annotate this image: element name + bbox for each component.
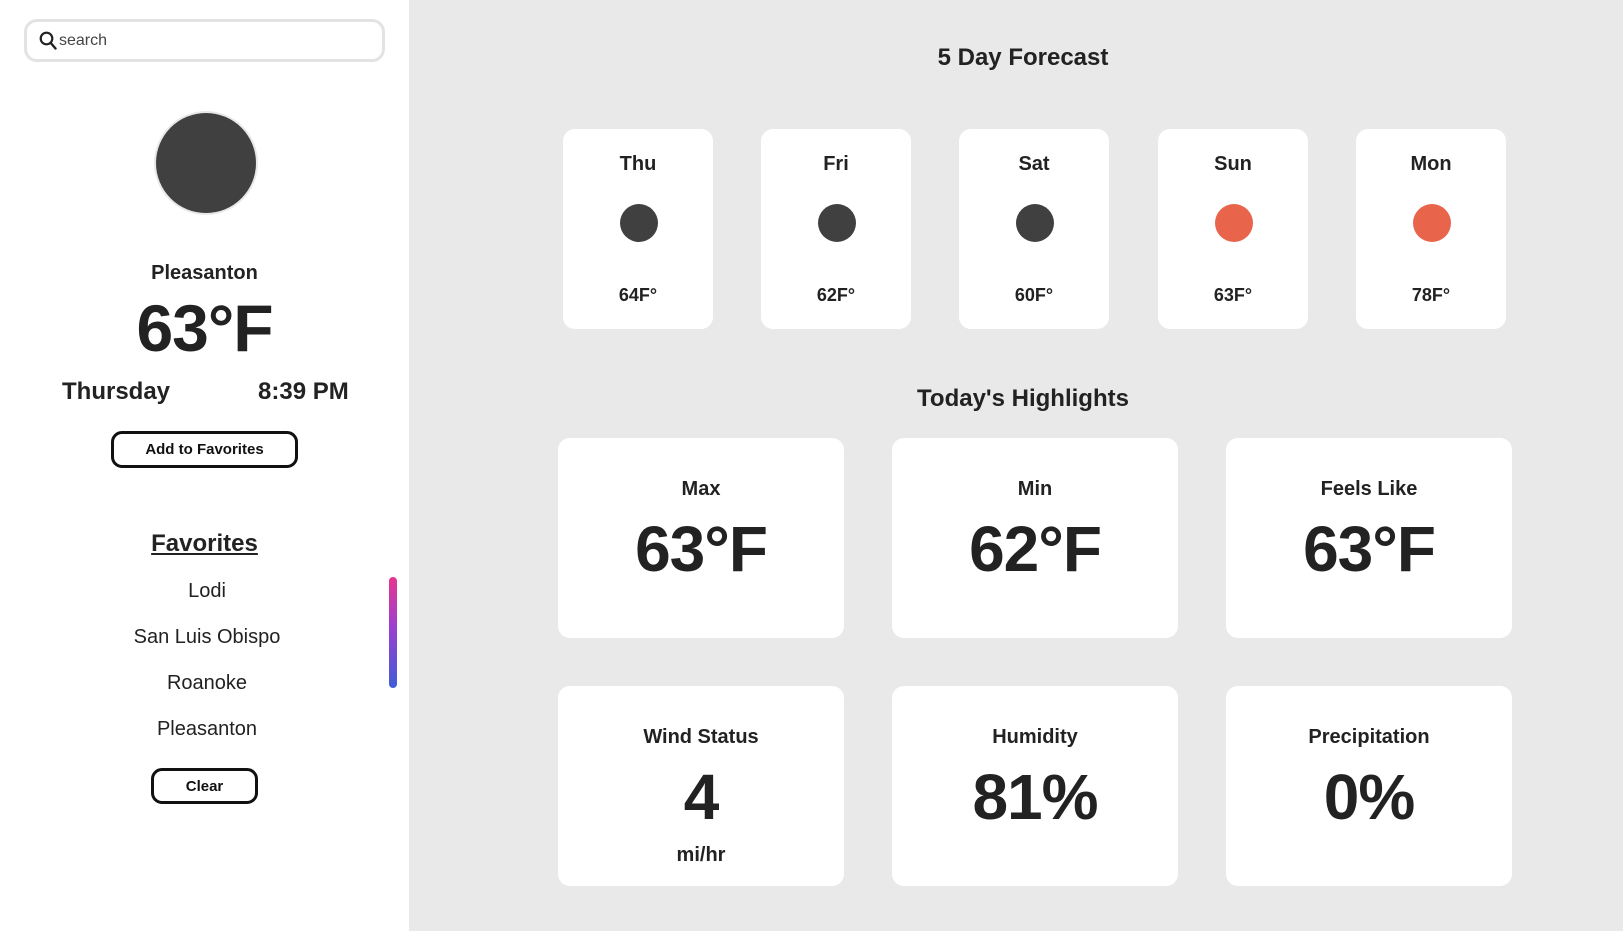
highlight-label: Humidity [992,726,1078,748]
forecast-day: Sat [1018,153,1050,175]
forecast-temp: 64F° [618,285,658,305]
city-name: Pleasanton [151,262,258,284]
highlight-label: Max [681,478,721,500]
highlight-unit: mi/hr [676,844,726,866]
favorites-heading: Favorites [151,530,258,557]
highlight-label: Precipitation [1308,726,1430,748]
moon-icon [818,204,856,242]
forecast-temp: 78F° [1411,285,1451,305]
favorite-item-pleasanton[interactable]: Pleasanton [0,713,414,759]
highlight-value: 63°F [1303,513,1436,585]
forecast-title: 5 Day Forecast [937,44,1109,71]
current-temperature: 63°F [136,291,273,365]
favorite-item-lodi[interactable]: Lodi [0,575,414,621]
highlight-card-humidity: Humidity 81% [892,686,1178,886]
highlight-value: 62°F [969,513,1102,585]
forecast-card-sat: Sat 60F° [959,129,1109,329]
highlight-card-max: Max 63°F [558,438,844,638]
search-box[interactable] [24,19,385,62]
forecast-temp: 60F° [1014,285,1054,305]
highlights-title: Today's Highlights [917,385,1129,412]
search-icon [39,31,57,50]
current-day: Thursday [62,378,171,405]
highlight-card-precipitation: Precipitation 0% [1226,686,1512,886]
favorite-item-roanoke[interactable]: Roanoke [0,667,414,713]
forecast-temp: 63F° [1213,285,1253,305]
favorites-list: Lodi San Luis Obispo Roanoke Pleasanton [0,575,414,759]
add-to-favorites-button[interactable]: Add to Favorites [111,431,298,468]
sun-icon [1215,204,1253,242]
highlight-label: Min [1017,478,1053,500]
forecast-day: Fri [823,153,849,175]
sidebar: Pleasanton 63°F Thursday 8:39 PM Add to … [0,0,409,931]
clear-button[interactable]: Clear [151,768,258,804]
forecast-day: Mon [1410,153,1452,175]
highlight-card-min: Min 62°F [892,438,1178,638]
highlight-card-feels-like: Feels Like 63°F [1226,438,1512,638]
forecast-day: Sun [1214,153,1252,175]
main-panel: 5 Day Forecast Thu 64F° Fri 62F° Sat 60F… [409,0,1623,931]
moon-icon [156,113,256,213]
favorites-scrollbar[interactable] [389,577,397,688]
forecast-card-fri: Fri 62F° [761,129,911,329]
search-input[interactable] [59,29,369,53]
highlight-value: 4 [683,761,720,833]
forecast-day: Thu [619,153,657,175]
favorite-item-san-luis-obispo[interactable]: San Luis Obispo [0,621,414,667]
moon-icon [1016,204,1054,242]
forecast-temp: 62F° [816,285,856,305]
current-time: 8:39 PM [258,378,349,405]
highlight-label: Feels Like [1320,478,1418,500]
forecast-card-thu: Thu 64F° [563,129,713,329]
highlight-value: 81% [972,761,1098,833]
highlight-label: Wind Status [643,726,759,748]
forecast-card-mon: Mon 78F° [1356,129,1506,329]
moon-icon [620,204,658,242]
highlight-value: 0% [1323,761,1416,833]
highlight-value: 63°F [635,513,768,585]
forecast-card-sun: Sun 63F° [1158,129,1308,329]
sun-icon [1413,204,1451,242]
highlight-card-wind: Wind Status 4 mi/hr [558,686,844,886]
